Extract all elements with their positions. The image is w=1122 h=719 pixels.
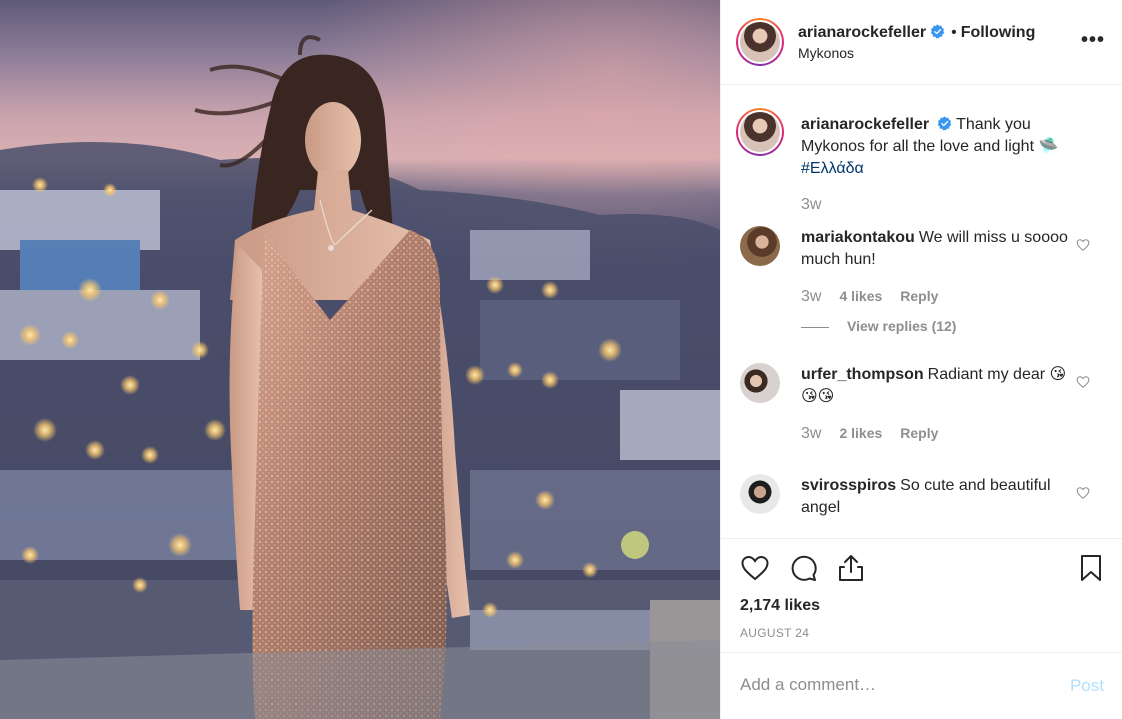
- photo-scene: [0, 35, 720, 719]
- header-separator: •: [951, 24, 957, 41]
- comments-list[interactable]: arianarockefeller Thank you Mykonos for a…: [721, 86, 1122, 538]
- caption-username[interactable]: arianarockefeller: [801, 116, 929, 133]
- post-photo[interactable]: [0, 0, 720, 719]
- verified-badge-icon: [930, 24, 945, 39]
- view-replies-button[interactable]: View replies (12): [801, 318, 956, 334]
- commenter-username[interactable]: mariakontakou: [801, 229, 915, 246]
- reply-button[interactable]: Reply: [900, 425, 938, 441]
- comment-text-block: mariakontakou We will miss u soooo much h…: [801, 227, 1071, 271]
- comment-time[interactable]: 3w: [801, 425, 821, 442]
- commenter-avatar[interactable]: [740, 363, 780, 403]
- commenter-avatar[interactable]: [740, 226, 780, 266]
- post-location[interactable]: Mykonos: [798, 45, 854, 61]
- caption-hashtag[interactable]: #Ελλάδα: [801, 160, 864, 177]
- commenter-username[interactable]: urfer_thompson: [801, 366, 924, 383]
- comment-meta: 3w 2 likes Reply: [801, 425, 956, 443]
- likes-count[interactable]: 2,174 likes: [740, 597, 820, 615]
- comment-text-block: svirosspiros So cute and beautiful angel: [801, 475, 1071, 519]
- comment-likes[interactable]: 4 likes: [839, 288, 882, 304]
- caption-text-block: arianarockefeller Thank you Mykonos for a…: [801, 114, 1071, 180]
- author-avatar[interactable]: [736, 18, 784, 66]
- header-user-line: arianarockefeller • Following: [798, 24, 1035, 42]
- comment-like-heart-icon[interactable]: [1076, 238, 1090, 252]
- comment-text-block: urfer_thompson Radiant my dear 😘😘😘: [801, 364, 1071, 408]
- comment-like-heart-icon[interactable]: [1076, 375, 1090, 389]
- post-comment-button[interactable]: Post: [1070, 676, 1104, 696]
- view-replies-label: View replies (12): [847, 318, 957, 334]
- comment-time[interactable]: 3w: [801, 288, 821, 305]
- caption-meta: 3w: [801, 196, 839, 214]
- comment-input[interactable]: [740, 675, 1040, 695]
- commenter-avatar[interactable]: [740, 474, 780, 514]
- heart-icon[interactable]: [740, 553, 770, 583]
- caption-time[interactable]: 3w: [801, 196, 821, 213]
- share-icon[interactable]: [836, 553, 866, 583]
- author-username[interactable]: arianarockefeller: [798, 24, 926, 41]
- following-button[interactable]: Following: [961, 24, 1036, 41]
- post-actions: 2,174 likes AUGUST 24: [721, 538, 1122, 653]
- post-date[interactable]: AUGUST 24: [740, 626, 809, 640]
- comment-like-heart-icon[interactable]: [1076, 486, 1090, 500]
- more-options-button[interactable]: •••: [1081, 30, 1105, 50]
- comment-likes[interactable]: 2 likes: [839, 425, 882, 441]
- replies-divider: [801, 326, 829, 328]
- caption-author-avatar[interactable]: [736, 108, 784, 156]
- commenter-username[interactable]: svirosspiros: [801, 477, 896, 494]
- bookmark-icon[interactable]: [1076, 553, 1106, 583]
- reply-button[interactable]: Reply: [900, 288, 938, 304]
- post-details-panel: arianarockefeller • Following Mykonos ••• …: [720, 0, 1122, 719]
- comment-icon[interactable]: [788, 553, 818, 583]
- post-header: arianarockefeller • Following Mykonos •••: [721, 0, 1122, 85]
- add-comment-bar: Post: [721, 653, 1122, 719]
- verified-badge-icon: [937, 116, 952, 131]
- comment-meta: 3w 4 likes Reply: [801, 288, 956, 306]
